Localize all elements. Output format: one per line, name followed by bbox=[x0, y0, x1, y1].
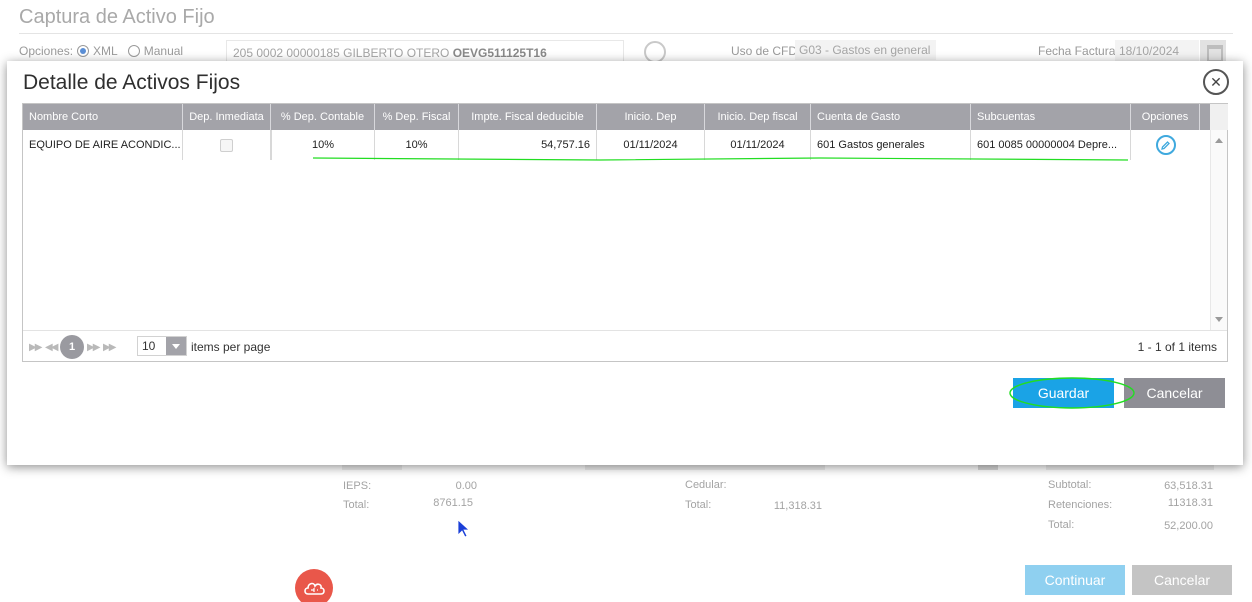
cedular-label: Cedular: bbox=[685, 479, 727, 491]
grid-pager: ▶▶ ◀◀ 1 ▶▶ ▶▶ 10 items per page 1 - 1 of… bbox=[23, 330, 1227, 362]
cancelar-background-button[interactable]: Cancelar bbox=[1132, 565, 1232, 595]
cloud-brain-icon bbox=[304, 582, 325, 595]
dep-inmediata-cell bbox=[183, 130, 271, 160]
dep-contable-input[interactable]: 10% bbox=[271, 130, 375, 160]
ieps-value: 0.00 bbox=[455, 480, 477, 492]
page-size-select[interactable]: 10 bbox=[137, 336, 187, 356]
calendar-icon[interactable] bbox=[1200, 40, 1226, 62]
manual-label: Manual bbox=[143, 44, 184, 58]
column-header[interactable]: Nombre Corto bbox=[23, 104, 183, 130]
pencil-icon bbox=[1161, 140, 1170, 150]
column-header[interactable]: Dep. Inmediata bbox=[183, 104, 271, 130]
column-header[interactable]: Subcuentas bbox=[971, 104, 1131, 130]
dialog-title: Detalle de Activos Fijos bbox=[23, 71, 241, 94]
table-row[interactable]: EQUIPO DE AIRE ACONDIC... 10% 10% 54,757… bbox=[23, 130, 1210, 160]
grand-total-value: 52,200.00 bbox=[1164, 520, 1213, 532]
total-mid-value: 11,318.31 bbox=[773, 500, 822, 512]
prev-page-icon[interactable]: ◀◀ bbox=[45, 342, 58, 353]
total-value: 8761.15 bbox=[433, 497, 473, 509]
activos-fijos-dialog: Detalle de Activos Fijos ✕ Nombre Corto … bbox=[7, 61, 1243, 465]
opciones-cell bbox=[1131, 130, 1200, 160]
total-mid-label: Total: bbox=[685, 499, 712, 511]
column-header[interactable]: Cuenta de Gasto bbox=[811, 104, 971, 130]
chat-fab-button[interactable] bbox=[295, 569, 333, 602]
xml-label: XML bbox=[93, 44, 118, 58]
grid-header: Nombre Corto Dep. Inmediata % Dep. Conta… bbox=[23, 104, 1210, 130]
impte-fiscal-input[interactable]: 54,757.16 bbox=[459, 130, 597, 160]
pager-info: 1 - 1 of 1 items bbox=[1137, 340, 1217, 354]
scroll-up-icon[interactable] bbox=[1215, 138, 1223, 143]
vertical-scrollbar[interactable] bbox=[1210, 130, 1227, 330]
edit-supplier-icon[interactable] bbox=[644, 41, 666, 63]
last-page-icon[interactable]: ▶▶ bbox=[103, 342, 116, 353]
close-icon[interactable]: ✕ bbox=[1203, 69, 1229, 95]
edit-row-icon[interactable] bbox=[1155, 135, 1176, 155]
continuar-button[interactable]: Continuar bbox=[1025, 565, 1125, 595]
inicio-dep-input[interactable]: 01/11/2024 bbox=[597, 130, 705, 160]
uso-cfdi-label: Uso de CFDI bbox=[731, 44, 801, 58]
chevron-down-icon[interactable] bbox=[166, 337, 186, 355]
cuenta-gasto-select[interactable]: 601 Gastos generales bbox=[811, 130, 971, 160]
items-per-page-label: items per page bbox=[191, 340, 271, 354]
options-label: Opciones: bbox=[19, 44, 74, 58]
ieps-label: IEPS: bbox=[343, 480, 372, 492]
dep-fiscal-input[interactable]: 10% bbox=[375, 130, 459, 160]
grand-total-label: Total: bbox=[1048, 519, 1075, 531]
subcuentas-select[interactable]: 601 0085 00000004 Depre... bbox=[971, 130, 1131, 160]
column-header[interactable]: Impte. Fiscal deducible bbox=[459, 104, 597, 130]
guardar-button[interactable]: Guardar bbox=[1013, 378, 1114, 408]
nombre-corto-cell: EQUIPO DE AIRE ACONDIC... bbox=[23, 130, 183, 160]
column-header[interactable]: % Dep. Contable bbox=[271, 104, 375, 130]
column-header[interactable]: Inicio. Dep fiscal bbox=[705, 104, 811, 130]
current-page-button[interactable]: 1 bbox=[60, 335, 84, 359]
uso-cfdi-select[interactable]: G03 - Gastos en general bbox=[795, 40, 936, 60]
subtotal-label: Subtotal: bbox=[1048, 479, 1092, 491]
supplier-rfc: OEVG511125T16 bbox=[452, 46, 547, 60]
page-title: Captura de Activo Fijo bbox=[19, 6, 215, 28]
page-size-value: 10 bbox=[142, 339, 156, 353]
fecha-factura-input[interactable]: 18/10/2024 bbox=[1115, 40, 1199, 62]
mouse-cursor-icon bbox=[457, 519, 471, 538]
column-header[interactable]: Inicio. Dep bbox=[597, 104, 705, 130]
first-page-icon[interactable]: ▶▶ bbox=[29, 342, 42, 353]
scrollbar-corner bbox=[1210, 104, 1228, 130]
column-header[interactable]: Opciones bbox=[1131, 104, 1200, 130]
column-header[interactable]: % Dep. Fiscal bbox=[375, 104, 459, 130]
retenciones-label: Retenciones: bbox=[1048, 499, 1113, 511]
inicio-dep-fiscal-input[interactable]: 01/11/2024 bbox=[705, 130, 811, 160]
fecha-factura-label: Fecha Factura: bbox=[1038, 44, 1119, 58]
subtotal-value: 63,518.31 bbox=[1164, 480, 1213, 492]
manual-radio[interactable] bbox=[127, 45, 140, 57]
next-page-icon[interactable]: ▶▶ bbox=[87, 342, 100, 353]
divider bbox=[19, 33, 1233, 34]
scroll-down-icon[interactable] bbox=[1215, 317, 1223, 322]
options-group: Opciones: XML Manual bbox=[19, 44, 183, 58]
retenciones-value: 11318.31 bbox=[1167, 497, 1213, 509]
xml-radio[interactable] bbox=[77, 45, 90, 57]
supplier-field[interactable]: 205 0002 00000185 GILBERTO OTERO OEVG511… bbox=[226, 40, 624, 62]
activos-grid: Nombre Corto Dep. Inmediata % Dep. Conta… bbox=[22, 103, 1228, 362]
total-label: Total: bbox=[343, 499, 370, 511]
cancelar-button[interactable]: Cancelar bbox=[1124, 378, 1225, 408]
supplier-text: 205 0002 00000185 GILBERTO OTERO bbox=[233, 46, 450, 60]
dep-inmediata-checkbox[interactable] bbox=[220, 138, 233, 152]
